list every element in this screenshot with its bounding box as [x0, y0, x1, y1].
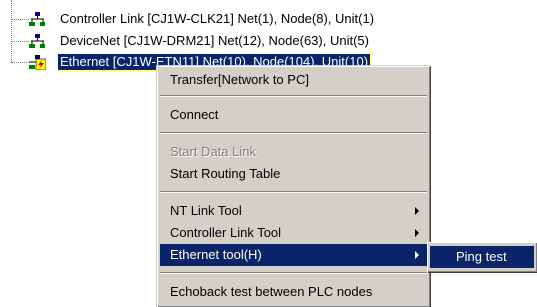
tree-node-label: DeviceNet [CJ1W-DRM21] Net(12), Node(63)… [60, 33, 369, 48]
menu-separator [160, 191, 427, 193]
menu-separator [160, 132, 427, 134]
tree-branch-line [11, 19, 29, 20]
menu-item-controller-link-tool[interactable]: Controller Link Tool [160, 222, 427, 244]
menu-item-label: NT Link Tool [170, 203, 242, 218]
menu-separator [160, 95, 427, 97]
menu-item-label: Controller Link Tool [170, 225, 282, 240]
network-node-icon [29, 34, 45, 48]
menu-item-transfer[interactable]: Transfer[Network to PC] [160, 69, 427, 91]
ethernet-tool-submenu: Ping test [427, 242, 537, 272]
tree-branch-line [11, 62, 29, 63]
menu-separator [160, 272, 427, 274]
menu-item-connect[interactable]: Connect [160, 104, 427, 126]
menu-item-ping-test[interactable]: Ping test [430, 246, 534, 268]
submenu-arrow-icon [415, 229, 419, 237]
menu-item-start-routing-table[interactable]: Start Routing Table [160, 163, 427, 185]
menu-item-echoback-test[interactable]: Echoback test between PLC nodes [160, 281, 427, 303]
menu-item-nt-link-tool[interactable]: NT Link Tool [160, 200, 427, 222]
menu-item-label: Ethernet tool(H) [170, 247, 262, 262]
tree-branch-line [11, 41, 29, 42]
submenu-arrow-icon [415, 207, 419, 215]
submenu-arrow-icon [415, 251, 419, 259]
context-menu: Transfer[Network to PC] Connect Start Da… [156, 65, 430, 307]
ethernet-node-icon [29, 55, 46, 70]
menu-item-start-data-link: Start Data Link [170, 144, 256, 159]
network-node-icon [29, 12, 45, 26]
tree-node-label: Controller Link [CJ1W-CLK21] Net(1), Nod… [60, 11, 375, 26]
menu-item-ethernet-tool[interactable]: Ethernet tool(H) [160, 244, 427, 266]
tree-connector-line [11, 0, 12, 62]
